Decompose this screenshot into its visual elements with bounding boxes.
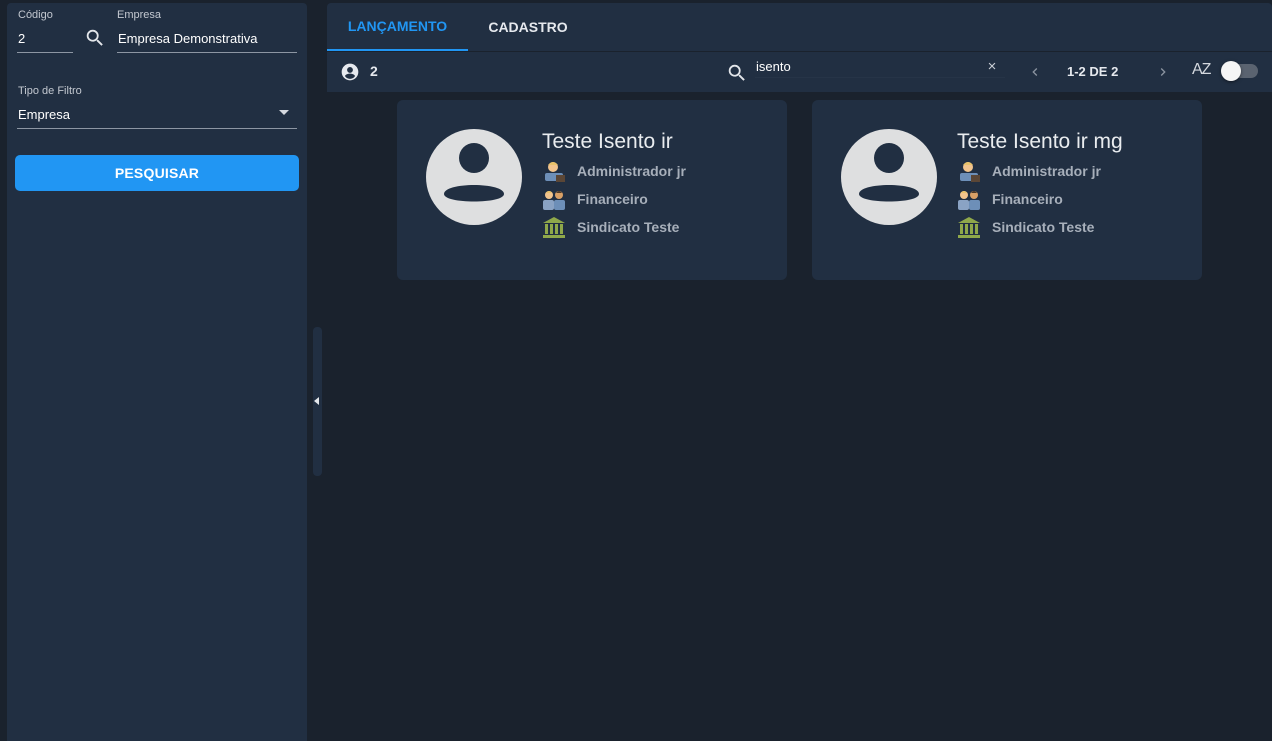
panel-collapse-handle[interactable] (313, 327, 322, 476)
sindicato-row: Sindicato Teste (957, 215, 1094, 239)
pagination-label: 1-2 DE 2 (1067, 64, 1119, 79)
cargo-label: Administrador jr (992, 163, 1101, 179)
bank-building-icon (957, 215, 981, 239)
tabs-bar: LANÇAMENTO CADASTRO (327, 3, 1272, 51)
departamento-row: Financeiro (957, 187, 1063, 211)
employee-name: Teste Isento ir mg (957, 130, 1123, 153)
filtro-underline (17, 128, 297, 129)
sindicato-label: Sindicato Teste (577, 219, 680, 235)
filter-panel: Código 2 Empresa Empresa Demonstrativa T… (7, 3, 307, 741)
employee-name: Teste Isento ir (542, 130, 673, 153)
departamento-label: Financeiro (992, 191, 1063, 207)
toggle-knob (1221, 61, 1241, 81)
filtro-label: Tipo de Filtro (18, 85, 82, 97)
chevron-down-icon[interactable] (279, 110, 289, 115)
codigo-field[interactable]: 2 (18, 31, 25, 46)
codigo-label: Código (18, 9, 53, 21)
sindicato-row: Sindicato Teste (542, 215, 679, 239)
result-count: 2 (370, 63, 378, 79)
avatar-placeholder-icon (425, 128, 523, 226)
sort-az-icon[interactable]: AZ (1192, 61, 1211, 79)
cargo-row: Administrador jr (542, 159, 686, 183)
account-circle-icon (340, 62, 360, 82)
search-icon (726, 62, 748, 84)
filtro-select[interactable]: Empresa (18, 107, 70, 122)
empresa-label: Empresa (117, 9, 162, 21)
departamento-row: Financeiro (542, 187, 648, 211)
avatar-placeholder-icon (840, 128, 938, 226)
people-group-icon (957, 187, 981, 211)
people-group-icon (542, 187, 566, 211)
results-toolbar: 2 × 1-2 DE 2 AZ (327, 52, 1272, 92)
empresa-search-icon[interactable] (84, 27, 106, 49)
chevron-right-icon[interactable] (1155, 64, 1171, 80)
cargo-label: Administrador jr (577, 163, 686, 179)
collapse-arrow-icon (314, 397, 319, 405)
sort-toggle[interactable] (1221, 61, 1258, 81)
employee-card[interactable]: Teste Isento ir Administrador jr Finance… (397, 100, 787, 280)
empresa-underline (117, 52, 297, 53)
sindicato-label: Sindicato Teste (992, 219, 1095, 235)
office-worker-icon (957, 159, 981, 183)
employee-card[interactable]: Teste Isento ir mg Administrador jr Fina… (812, 100, 1202, 280)
empresa-field[interactable]: Empresa Demonstrativa (118, 31, 257, 46)
cargo-row: Administrador jr (957, 159, 1101, 183)
bank-building-icon (542, 215, 566, 239)
pesquisar-button[interactable]: PESQUISAR (15, 155, 299, 191)
search-input[interactable] (755, 56, 1005, 78)
codigo-underline (17, 52, 73, 53)
office-worker-icon (542, 159, 566, 183)
tab-lancamento[interactable]: LANÇAMENTO (327, 3, 468, 51)
chevron-left-icon[interactable] (1027, 64, 1043, 80)
tab-cadastro[interactable]: CADASTRO (468, 3, 588, 51)
close-icon[interactable]: × (985, 58, 999, 75)
departamento-label: Financeiro (577, 191, 648, 207)
